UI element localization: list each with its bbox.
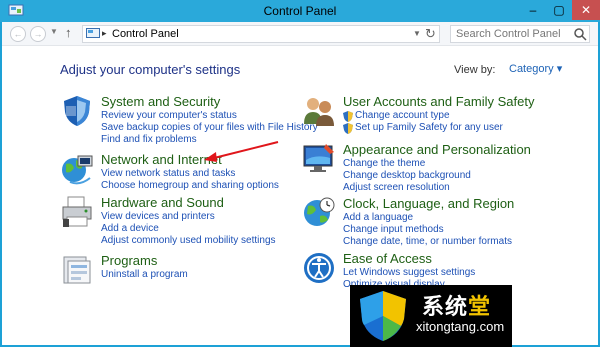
category-title[interactable]: Appearance and Personalization <box>343 142 531 157</box>
link[interactable]: Change date, time, or number formats <box>343 236 512 247</box>
link[interactable]: Change account type <box>355 110 450 121</box>
link[interactable]: Add a language <box>343 212 413 223</box>
view-by-label: View by: <box>454 64 496 76</box>
forward-button[interactable]: → <box>30 26 46 42</box>
clock-globe-icon[interactable] <box>302 196 336 230</box>
link[interactable]: Adjust commonly used mobility settings <box>101 235 276 246</box>
search-icon[interactable] <box>573 27 587 41</box>
globe-network-icon[interactable] <box>60 152 94 186</box>
link[interactable]: Review your computer's status <box>101 110 237 121</box>
link[interactable]: Find and fix problems <box>101 134 197 145</box>
link[interactable]: Change desktop background <box>343 170 471 181</box>
back-button[interactable]: ← <box>10 26 26 42</box>
ease-of-access-icon[interactable] <box>302 251 336 285</box>
link[interactable]: Uninstall a program <box>101 269 188 280</box>
search-placeholder: Search Control Panel <box>456 28 561 40</box>
category-title[interactable]: Ease of Access <box>343 251 432 266</box>
breadcrumb[interactable]: Control Panel <box>112 28 179 40</box>
monitor-icon[interactable] <box>302 142 336 176</box>
view-by-dropdown[interactable]: Category ▾ <box>509 62 562 75</box>
breadcrumb-separator-icon[interactable]: ▸ <box>102 28 107 39</box>
programs-icon[interactable] <box>60 253 94 287</box>
link[interactable]: Change input methods <box>343 224 444 235</box>
category-title[interactable]: Clock, Language, and Region <box>343 196 514 211</box>
watermark-title-main: 系统 <box>422 294 469 319</box>
uac-shield-icon <box>343 111 353 122</box>
link[interactable]: View devices and printers <box>101 211 215 222</box>
chevron-down-icon[interactable]: ▼ <box>413 29 421 38</box>
category-title[interactable]: Programs <box>101 253 157 268</box>
title-bar[interactable]: Control Panel – ▢ ✕ <box>0 0 600 22</box>
category-title[interactable]: System and Security <box>101 94 220 109</box>
link[interactable]: View network status and tasks <box>101 168 235 179</box>
search-input[interactable]: Search Control Panel <box>450 25 590 43</box>
control-panel-icon <box>86 28 100 38</box>
watermark-logo: 系统堂 xitongtang.com <box>350 285 512 347</box>
link[interactable]: Set up Family Safety for any user <box>355 122 503 133</box>
link[interactable]: Save backup copies of your files with Fi… <box>101 122 318 133</box>
watermark-title: 系统堂 <box>422 289 491 321</box>
page-title: Adjust your computer's settings <box>60 62 241 77</box>
watermark-url: xitongtang.com <box>416 319 505 334</box>
link[interactable]: Add a device <box>101 223 159 234</box>
category-title[interactable]: User Accounts and Family Safety <box>343 94 534 109</box>
uac-shield-icon <box>343 123 353 134</box>
window-title: Control Panel <box>263 4 337 18</box>
close-button[interactable]: ✕ <box>572 0 600 20</box>
category-title[interactable]: Hardware and Sound <box>101 195 224 210</box>
printer-icon[interactable] <box>60 195 94 229</box>
address-bar[interactable]: ▸ Control Panel ▼ ↻ <box>82 25 440 43</box>
up-button[interactable]: ↑ <box>65 25 72 40</box>
maximize-button[interactable]: ▢ <box>546 0 572 20</box>
annotation-arrow-icon <box>204 141 279 162</box>
link[interactable]: Let Windows suggest settings <box>343 267 475 278</box>
link[interactable]: Adjust screen resolution <box>343 182 450 193</box>
shield-logo-icon <box>360 291 406 341</box>
refresh-icon[interactable]: ↻ <box>425 26 436 42</box>
control-panel-window: Control Panel – ▢ ✕ ← → ▼ ↑ ▸ Control Pa… <box>0 0 600 347</box>
minimize-button[interactable]: – <box>520 0 546 20</box>
recent-locations-icon[interactable]: ▼ <box>50 27 58 36</box>
watermark-title-highlight: 堂 <box>468 294 492 319</box>
navigation-bar: ← → ▼ ↑ ▸ Control Panel ▼ ↻ Search Contr… <box>2 22 598 46</box>
link[interactable]: Choose homegroup and sharing options <box>101 180 279 191</box>
link[interactable]: Change the theme <box>343 158 425 169</box>
shield-icon[interactable] <box>60 94 94 128</box>
users-icon[interactable] <box>302 94 336 128</box>
